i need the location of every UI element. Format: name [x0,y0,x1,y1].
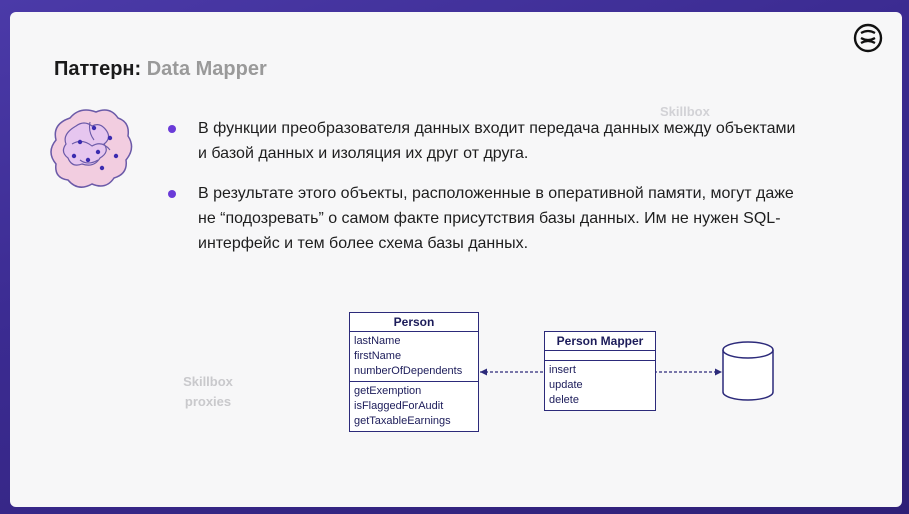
mapper-method: insert [549,364,576,376]
mapper-methods: insert update delete [545,361,655,410]
mapper-class-name: Person Mapper [545,332,655,351]
person-method: getTaxableEarnings [354,415,451,427]
mapper-method: update [549,379,583,391]
person-field: firstName [354,350,402,362]
mapper-fields [545,351,655,361]
arrowhead-left-icon [480,368,487,376]
person-mapper-class: Person Mapper insert update delete [544,331,656,411]
slide: Паттерн: Data Mapper В функции преобразо… [10,12,902,507]
person-method: getExemption [354,385,422,397]
person-methods: getExemption isFlaggedForAudit getTaxabl… [350,382,478,431]
arrowhead-right-icon [715,368,722,376]
database-cylinder-icon [722,341,774,401]
diagram-connectors [480,341,774,401]
person-field: lastName [354,335,401,347]
person-fields: lastName firstName numberOfDependents [350,332,478,382]
person-method: isFlaggedForAudit [354,400,444,412]
person-field: numberOfDependents [354,365,463,377]
person-class: Person lastName firstName numberOfDepend… [349,312,479,432]
person-class-name: Person [350,313,478,332]
mapper-method: delete [549,394,579,406]
